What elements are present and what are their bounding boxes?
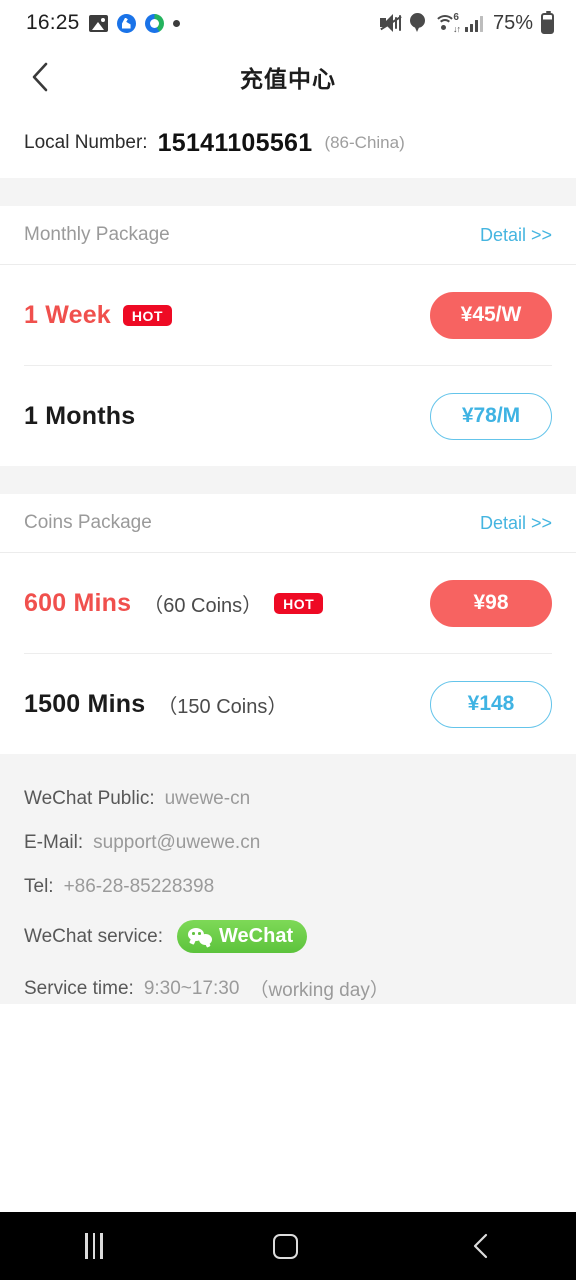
- local-number-row: Local Number: 15141105561 (86-China): [0, 108, 576, 178]
- package-price-button[interactable]: ¥45/W: [430, 291, 552, 339]
- wifi-generation-label: 6: [453, 11, 459, 23]
- wechat-public-row: WeChat Public: uwewe-cn: [24, 788, 552, 810]
- package-name: 600 Mins: [24, 588, 132, 617]
- email-row: E-Mail: support@uwewe.cn: [24, 832, 552, 854]
- wechat-icon: [188, 928, 213, 945]
- photo-icon: [88, 14, 108, 32]
- battery-percent-label: 75%: [492, 11, 533, 34]
- status-bar: 16:25 6 ↓↑ 75%: [0, 0, 576, 46]
- section-detail-link-monthly[interactable]: Detail >>: [480, 225, 552, 246]
- section-detail-link-coins[interactable]: Detail >>: [480, 513, 552, 534]
- wechat-service-label: WeChat service:: [24, 925, 164, 947]
- wechat-badge-label: WeChat: [219, 925, 294, 947]
- section-gap-1: [0, 178, 576, 206]
- package-price-button[interactable]: ¥78/M: [430, 392, 552, 440]
- wechat-service-button[interactable]: WeChat: [177, 920, 308, 953]
- service-time-note: （working day）: [249, 980, 389, 1001]
- email-label: E-Mail:: [24, 832, 84, 853]
- signal-bars-icon: [464, 15, 483, 32]
- page-title: 充值中心: [240, 66, 336, 92]
- package-price-button[interactable]: ¥98: [430, 579, 552, 627]
- section-header-monthly: Monthly Package Detail >>: [0, 206, 576, 264]
- tel-value[interactable]: +86-28-85228398: [64, 876, 215, 898]
- package-row-label-group: 1 Week HOT: [24, 301, 172, 330]
- back-icon[interactable]: [469, 1231, 491, 1261]
- section-title-monthly: Monthly Package: [24, 224, 170, 245]
- local-number-label: Local Number:: [24, 132, 148, 153]
- package-name: 1500 Mins: [24, 689, 146, 718]
- contact-footer: WeChat Public: uwewe-cn E-Mail: support@…: [0, 754, 576, 1004]
- package-name: 1 Months: [24, 401, 136, 430]
- recents-icon[interactable]: [85, 1233, 103, 1259]
- wechat-public-label: WeChat Public:: [24, 788, 155, 809]
- package-name: 1 Week: [24, 300, 111, 329]
- hot-badge: HOT: [122, 304, 172, 326]
- back-button[interactable]: [20, 57, 60, 97]
- tel-label: Tel:: [24, 876, 54, 897]
- wechat-public-value: uwewe-cn: [164, 788, 251, 809]
- hot-badge: HOT: [274, 592, 324, 614]
- location-pin-icon: [409, 13, 425, 33]
- package-row-1500-mins[interactable]: 1500 Mins （150 Coins） ¥148: [0, 654, 576, 754]
- package-row-1-month[interactable]: 1 Months ¥78/M: [0, 366, 576, 466]
- android-nav-bar: [0, 1212, 576, 1280]
- package-row-label-group: 600 Mins （60 Coins） HOT: [24, 588, 324, 618]
- package-row-label-group: 1 Months: [24, 402, 135, 431]
- mute-icon: [379, 14, 402, 32]
- section-gap-2: [0, 466, 576, 494]
- status-bar-right: 6 ↓↑ 75%: [379, 10, 554, 35]
- local-number-region: (86-China): [324, 133, 405, 152]
- status-bar-left: 16:25: [26, 11, 180, 35]
- service-time-label: Service time:: [24, 977, 134, 999]
- local-number-value: 15141105561: [157, 128, 313, 157]
- package-price-button[interactable]: ¥148: [430, 680, 552, 728]
- status-bar-clock: 16:25: [26, 11, 80, 34]
- package-coins-label: （150 Coins）: [157, 695, 288, 718]
- section-header-coins: Coins Package Detail >>: [0, 494, 576, 552]
- package-row-1-week[interactable]: 1 Week HOT ¥45/W: [0, 265, 576, 365]
- package-row-label-group: 1500 Mins （150 Coins）: [24, 690, 287, 719]
- package-coins-label: （60 Coins）: [143, 594, 263, 617]
- chevron-left-icon: [30, 61, 50, 93]
- battery-icon: [541, 10, 554, 34]
- wifi-6-icon: 6 ↓↑: [433, 11, 461, 34]
- package-row-600-mins[interactable]: 600 Mins （60 Coins） HOT ¥98: [0, 553, 576, 653]
- dot-icon: [172, 19, 180, 27]
- section-title-coins: Coins Package: [24, 512, 152, 533]
- title-bar: 充值中心: [0, 46, 576, 108]
- service-time-value: 9:30~17:30: [143, 977, 240, 999]
- sync-icon: [144, 13, 164, 33]
- service-time-row: Service time: 9:30~17:30 （working day）: [24, 975, 552, 1002]
- accessibility-icon: [116, 13, 136, 33]
- home-icon[interactable]: [273, 1233, 299, 1259]
- email-value[interactable]: support@uwewe.cn: [93, 832, 260, 854]
- phone-screen: 16:25 6 ↓↑ 75% 充值中心 Local Number: 151411…: [0, 0, 576, 1280]
- wechat-service-row: WeChat service: WeChat: [24, 920, 552, 953]
- tel-row: Tel: +86-28-85228398: [24, 876, 552, 898]
